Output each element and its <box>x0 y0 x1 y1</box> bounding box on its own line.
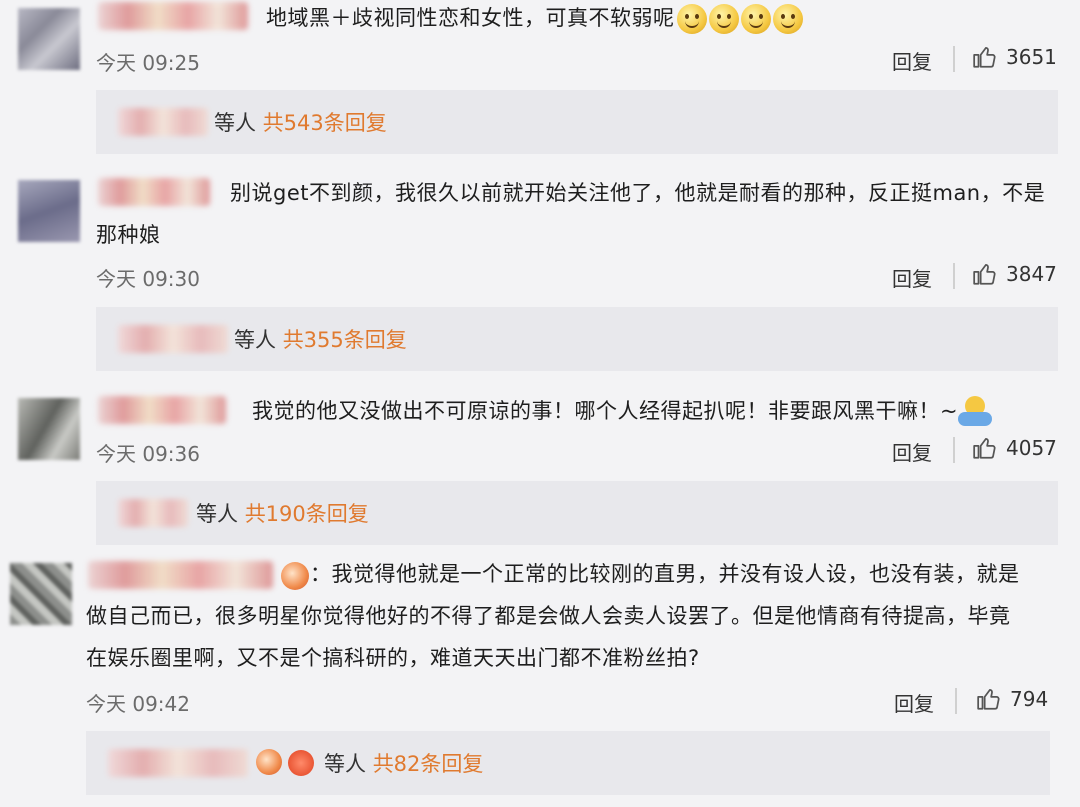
sub-reply-suffix: 等人 <box>324 752 366 776</box>
sub-replies-box[interactable]: 等人 共82条回复 <box>86 731 1050 795</box>
sub-reply-summary[interactable]: 等人 共543条回复 <box>214 107 387 137</box>
timestamp: 今天 09:25 <box>96 51 200 75</box>
timestamp: 今天 09:30 <box>96 267 200 291</box>
comment-text-line: 那种娘 <box>96 223 161 247</box>
like-count: 794 <box>1010 687 1049 711</box>
sub-reply-users <box>118 325 228 353</box>
like-count: 4057 <box>1006 436 1057 460</box>
reply-button[interactable]: 回复 <box>892 46 932 75</box>
divider <box>953 437 955 463</box>
divider <box>953 263 955 289</box>
smile-emoji-icon <box>772 4 803 34</box>
sub-reply-count[interactable]: 共190条回复 <box>245 502 369 526</box>
sub-reply-count[interactable]: 共82条回复 <box>373 752 484 776</box>
reply-button[interactable]: 回复 <box>894 688 934 717</box>
username[interactable] <box>98 2 248 30</box>
reply-button[interactable]: 回复 <box>892 263 932 292</box>
thumbs-up-icon <box>973 438 996 459</box>
thumbs-up-icon <box>973 264 996 285</box>
comment-text-line: 我觉的他又没做出不可原谅的事！哪个人经得起扒呢！非要跟风黑干嘛！~ <box>252 399 959 423</box>
comment-text-line: 做自己而已，很多明星你觉得他好的不得了都是会做人会卖人设罢了。但是他情商有待提高… <box>86 604 1011 628</box>
timestamp: 今天 09:42 <box>86 692 190 716</box>
like-button[interactable]: 3651 <box>972 44 1057 70</box>
sub-reply-summary[interactable]: 等人 共355条回复 <box>234 324 407 354</box>
reply-button[interactable]: 回复 <box>892 437 932 466</box>
sub-reply-summary[interactable]: 等人 共190条回复 <box>196 498 369 528</box>
timestamp: 今天 09:36 <box>96 442 200 466</box>
sub-replies-box[interactable]: 等人 共190条回复 <box>96 481 1058 545</box>
like-button[interactable]: 794 <box>976 686 1048 712</box>
like-count: 3651 <box>1006 45 1057 69</box>
avatar[interactable] <box>18 180 80 242</box>
sub-reply-suffix: 等人 <box>214 111 256 135</box>
thumbs-up-icon <box>977 689 1000 710</box>
sub-replies-box[interactable]: 等人 共543条回复 <box>96 90 1058 154</box>
comment-text-line: 在娱乐圈里啊，又不是个搞科研的，难道天天出门都不准粉丝拍? <box>86 646 700 670</box>
avatar[interactable] <box>10 563 72 625</box>
comment-text: 地域黑＋歧视同性恋和女性，可真不软弱呢 <box>266 0 803 39</box>
avatar[interactable] <box>18 8 80 70</box>
sub-reply-users <box>118 499 188 527</box>
hug-emoji-icon <box>958 396 993 428</box>
thumbs-up-icon <box>973 47 996 68</box>
sub-reply-suffix: 等人 <box>234 328 276 352</box>
comment-text: ：我觉得他就是一个正常的比较刚的直男，并没有设人设，也没有装，就是 做自己而已，… <box>86 553 1076 679</box>
username[interactable] <box>98 396 226 424</box>
comment-text: 我觉的他又没做出不可原谅的事！哪个人经得起扒呢！非要跟风黑干嘛！~ <box>252 390 993 432</box>
comment-text-line: 别说get不到颜，我很久以前就开始关注他了，他就是耐看的那种，反正挺man，不是 <box>230 181 1046 205</box>
smile-emoji-icon <box>676 4 707 34</box>
divider <box>955 688 957 714</box>
like-count: 3847 <box>1006 262 1057 286</box>
sub-reply-count[interactable]: 共355条回复 <box>283 328 407 352</box>
sub-reply-users <box>118 108 208 136</box>
sub-reply-suffix: 等人 <box>196 502 238 526</box>
sub-reply-count[interactable]: 共543条回复 <box>263 111 387 135</box>
user-badge-icon <box>256 749 282 775</box>
avatar[interactable] <box>18 398 80 460</box>
comment-text-line: 地域黑＋歧视同性恋和女性，可真不软弱呢 <box>266 6 675 30</box>
sub-reply-summary[interactable]: 等人 共82条回复 <box>324 748 483 778</box>
smile-emoji-icon <box>740 4 771 34</box>
like-button[interactable]: 4057 <box>972 435 1057 461</box>
comment-text: 别说get不到颜，我很久以前就开始关注他了，他就是耐看的那种，反正挺man，不是… <box>96 172 1066 256</box>
comment-text-line: ：我觉得他就是一个正常的比较刚的直男，并没有设人设，也没有装，就是 <box>310 562 1020 586</box>
fortune-badge-icon <box>288 750 314 776</box>
divider <box>953 46 955 72</box>
like-button[interactable]: 3847 <box>972 261 1057 287</box>
smile-emoji-icon <box>708 4 739 34</box>
sub-replies-box[interactable]: 等人 共355条回复 <box>96 307 1058 371</box>
sub-reply-users <box>108 749 248 777</box>
